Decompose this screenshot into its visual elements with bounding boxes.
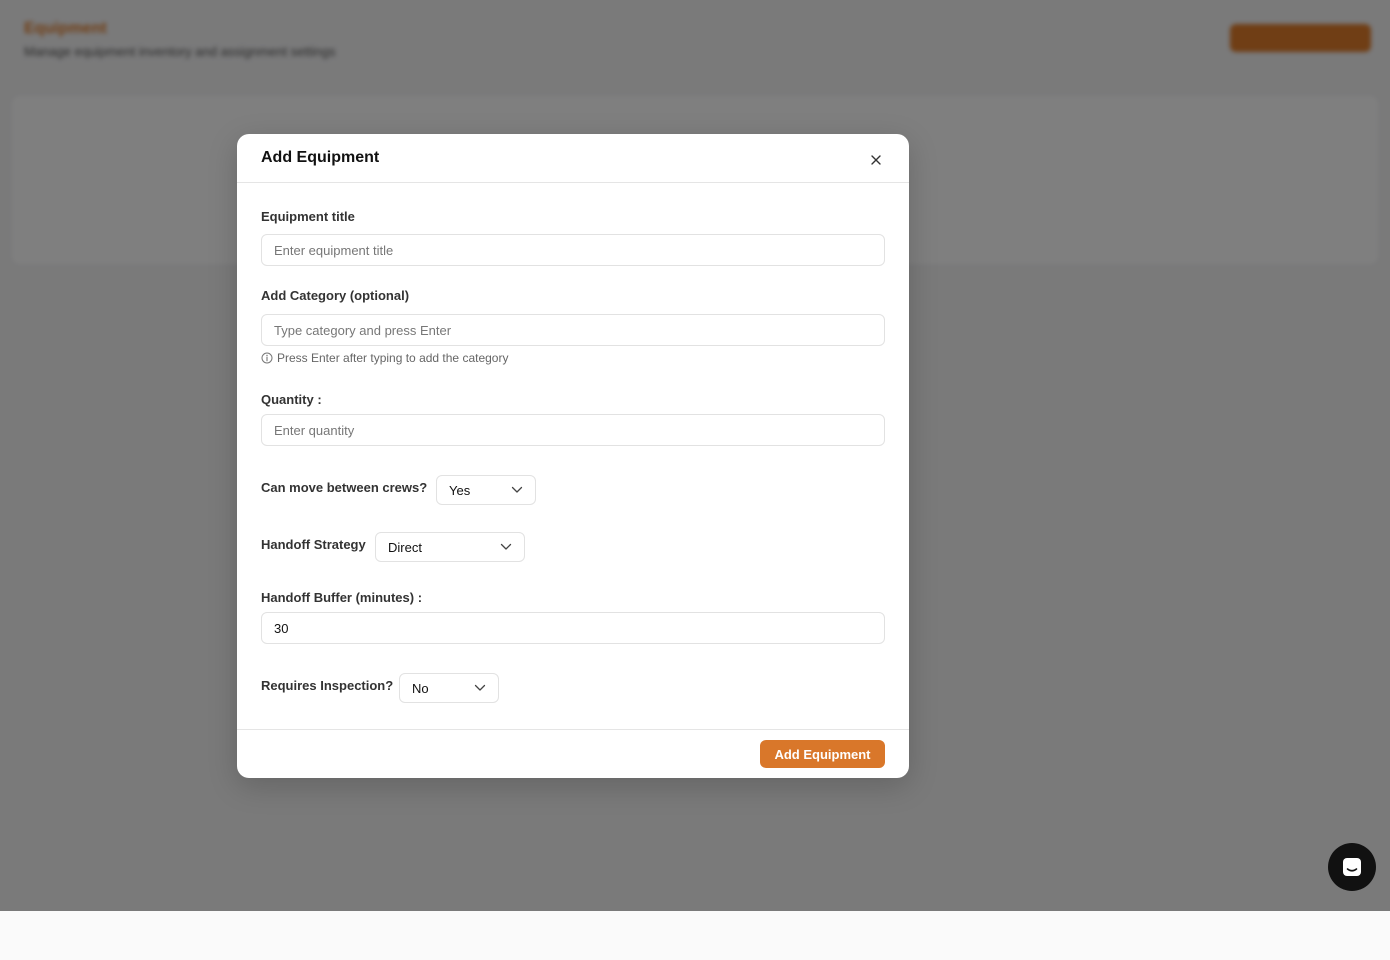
chevron-down-icon	[500, 543, 512, 550]
handoff-strategy-label: Handoff Strategy	[261, 537, 366, 552]
chevron-down-icon	[474, 684, 486, 691]
category-label: Add Category (optional)	[261, 288, 410, 303]
modal-footer: Add Equipment	[237, 729, 909, 779]
quantity-label: Quantity :	[261, 392, 322, 407]
move-between-crews-value: Yes	[449, 482, 471, 498]
category-hint-text: Press Enter after typing to add the cate…	[277, 351, 509, 365]
add-equipment-modal: Add Equipment Equipment title Add Catego…	[237, 134, 909, 778]
modal-title: Add Equipment	[261, 149, 380, 166]
equipment-title-label: Equipment title	[261, 209, 355, 224]
category-hint: Press Enter after typing to add the cate…	[261, 351, 508, 365]
quantity-input[interactable]	[261, 414, 885, 446]
handoff-strategy-value: Direct	[388, 539, 422, 555]
info-icon	[261, 352, 273, 364]
chat-icon	[1343, 858, 1361, 876]
equipment-title-input[interactable]	[261, 234, 885, 266]
handoff-buffer-label: Handoff Buffer (minutes) :	[261, 590, 423, 605]
modal-header: Add Equipment	[237, 134, 909, 183]
chat-launcher-button[interactable]	[1328, 843, 1376, 891]
move-between-crews-select[interactable]: Yes	[436, 475, 536, 505]
bottom-strip	[0, 911, 1390, 960]
requires-inspection-select[interactable]: No	[399, 673, 499, 703]
category-input[interactable]	[261, 314, 885, 346]
add-equipment-button[interactable]: Add Equipment	[760, 740, 885, 768]
handoff-buffer-input[interactable]	[261, 612, 885, 644]
requires-inspection-value: No	[412, 680, 429, 696]
chevron-down-icon	[511, 486, 523, 493]
handoff-strategy-select[interactable]: Direct	[375, 532, 525, 562]
requires-inspection-label: Requires Inspection?	[261, 678, 394, 693]
close-icon	[871, 155, 881, 165]
close-button[interactable]	[866, 150, 886, 170]
move-between-crews-label: Can move between crews?	[261, 480, 428, 495]
